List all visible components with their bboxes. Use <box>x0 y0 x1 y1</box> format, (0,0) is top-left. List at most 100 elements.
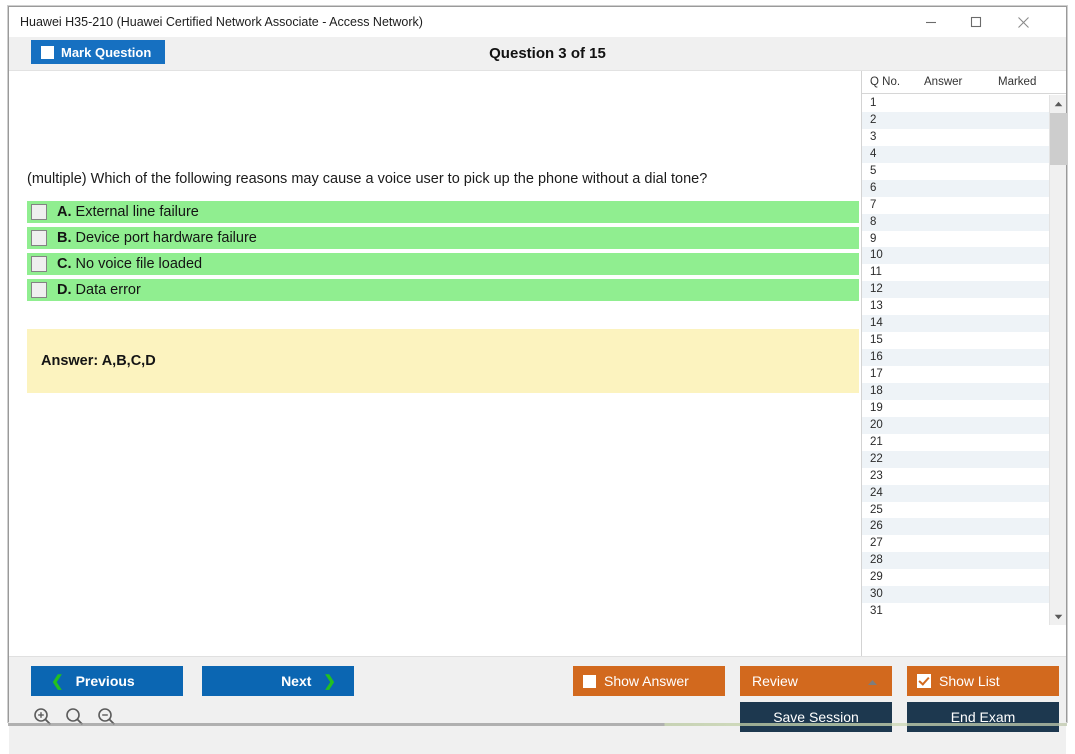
question-list-row-number: 21 <box>870 435 883 448</box>
question-list-row-number: 8 <box>870 215 877 228</box>
question-list-row[interactable]: 2 <box>862 111 1050 129</box>
question-list-row[interactable]: 21 <box>862 434 1050 451</box>
save-session-button[interactable]: Save Session <box>740 702 892 732</box>
title-bar: Huawei H35-210 (Huawei Certified Network… <box>9 7 1066 37</box>
question-list-row-number: 24 <box>870 486 883 499</box>
question-list-row[interactable]: 20 <box>862 416 1050 434</box>
question-list-row[interactable]: 14 <box>862 315 1050 333</box>
question-list-row-number: 19 <box>870 401 883 414</box>
show-answer-checkbox[interactable] <box>583 674 596 688</box>
question-list-row[interactable]: 29 <box>862 569 1050 586</box>
question-list-row[interactable]: 12 <box>862 281 1050 299</box>
question-counter: Question 3 of 15 <box>489 45 606 62</box>
question-list-row-number: 16 <box>870 351 883 364</box>
review-dropdown-button[interactable]: Review <box>740 666 892 696</box>
option-checkbox[interactable] <box>31 256 47 272</box>
scroll-down-icon[interactable] <box>1050 608 1067 625</box>
answer-text: Answer: A,B,C,D <box>41 353 156 369</box>
question-list-row[interactable]: 24 <box>862 484 1050 502</box>
question-list-row[interactable]: 28 <box>862 552 1050 570</box>
question-list-row[interactable]: 26 <box>862 518 1050 536</box>
chevron-right-icon: ❯ <box>323 672 336 690</box>
question-list-row[interactable]: 5 <box>862 163 1050 180</box>
option-row[interactable]: C. No voice file loaded <box>27 253 859 275</box>
question-list-row-number: 4 <box>870 147 877 160</box>
chevron-left-icon: ❮ <box>51 672 64 690</box>
question-list-row[interactable]: 1 <box>862 95 1050 112</box>
column-header-qno: Q No. <box>870 76 901 88</box>
review-label: Review <box>752 673 798 689</box>
close-icon[interactable] <box>1001 7 1046 37</box>
option-checkbox[interactable] <box>31 282 47 298</box>
column-header-marked: Marked <box>998 76 1037 88</box>
footer-bar: ❮ Previous Next ❯ Show Answer Review Sho… <box>9 656 1066 754</box>
question-list-rows[interactable]: 1 2 3 4 5 6 7 8 9 10 11 12 13 14 15 16 17 18 19 20 21 22 23 24 2… <box>862 95 1050 625</box>
question-list-row-number: 27 <box>870 537 883 550</box>
question-list-row[interactable]: 31 <box>862 603 1050 620</box>
show-list-checkbox[interactable] <box>917 674 931 688</box>
body-area: (multiple) Which of the following reason… <box>9 71 1067 656</box>
question-list-row-number: 13 <box>870 300 883 313</box>
question-list-row-number: 22 <box>870 452 883 465</box>
question-list-row-number: 15 <box>870 334 883 347</box>
scroll-up-icon[interactable] <box>1050 95 1067 112</box>
end-exam-button[interactable]: End Exam <box>907 702 1059 732</box>
question-list-row-number: 9 <box>870 232 877 245</box>
question-list-row[interactable]: 13 <box>862 298 1050 315</box>
question-list-row-number: 18 <box>870 384 883 397</box>
option-row[interactable]: A. External line failure <box>27 201 859 223</box>
scrollbar-thumb[interactable] <box>1050 113 1067 165</box>
question-list-row[interactable]: 15 <box>862 332 1050 349</box>
question-list-row[interactable]: 30 <box>862 586 1050 604</box>
question-stem: (multiple) Which of the following reason… <box>27 171 708 187</box>
option-checkbox[interactable] <box>31 230 47 246</box>
window-bottom-accent <box>8 723 1067 726</box>
show-list-button[interactable]: Show List <box>907 666 1059 696</box>
option-label: C. No voice file loaded <box>57 256 203 272</box>
option-checkbox[interactable] <box>31 204 47 220</box>
column-header-answer: Answer <box>924 76 963 88</box>
question-list-row-number: 12 <box>870 283 883 296</box>
previous-button[interactable]: ❮ Previous <box>31 666 183 696</box>
next-label: Next <box>281 673 312 689</box>
maximize-icon[interactable] <box>953 7 998 37</box>
question-list-panel: Q No. Answer Marked 1 2 3 4 5 6 7 8 9 10 11 12 13 14 1… <box>861 71 1067 656</box>
show-answer-label: Show Answer <box>604 673 689 689</box>
option-label: D. Data error <box>57 282 141 298</box>
question-list-row-number: 2 <box>870 113 877 126</box>
question-list-row[interactable]: 10 <box>862 247 1050 265</box>
question-list-row-number: 3 <box>870 130 877 143</box>
option-row[interactable]: B. Device port hardware failure <box>27 227 859 249</box>
question-list-row-number: 29 <box>870 571 883 584</box>
question-list-row-number: 23 <box>870 469 883 482</box>
options-list: A. External line failure B. Device port h… <box>27 201 859 305</box>
question-list-row-number: 11 <box>870 266 882 279</box>
question-list-row[interactable]: 19 <box>862 400 1050 417</box>
question-list-row[interactable]: 3 <box>862 129 1050 146</box>
show-list-label: Show List <box>939 673 1000 689</box>
question-list-row[interactable]: 11 <box>862 264 1050 281</box>
question-list-row-number: 20 <box>870 418 883 431</box>
question-list-row[interactable]: 27 <box>862 535 1050 552</box>
question-list-row[interactable]: 8 <box>862 213 1050 231</box>
question-list-row[interactable]: 25 <box>862 502 1050 519</box>
question-list-row[interactable]: 23 <box>862 468 1050 485</box>
question-list-row[interactable]: 6 <box>862 179 1050 197</box>
question-list-scrollbar[interactable] <box>1049 95 1067 625</box>
next-button[interactable]: Next ❯ <box>202 666 354 696</box>
question-list-row[interactable]: 4 <box>862 145 1050 163</box>
minimize-icon[interactable] <box>908 7 953 37</box>
question-list-row-number: 25 <box>870 503 883 516</box>
question-list-row[interactable]: 16 <box>862 349 1050 366</box>
question-list-row[interactable]: 17 <box>862 366 1050 383</box>
show-answer-button[interactable]: Show Answer <box>573 666 725 696</box>
question-list-row[interactable]: 18 <box>862 382 1050 400</box>
option-row[interactable]: D. Data error <box>27 279 859 301</box>
question-list-row[interactable]: 9 <box>862 231 1050 248</box>
question-list-row-number: 14 <box>870 317 883 330</box>
question-list-row-number: 31 <box>870 605 883 618</box>
answer-box: Answer: A,B,C,D <box>27 329 859 393</box>
question-list-row[interactable]: 7 <box>862 197 1050 214</box>
question-list-row[interactable]: 22 <box>862 450 1050 468</box>
header-bar: Mark Question Question 3 of 15 <box>9 37 1066 71</box>
